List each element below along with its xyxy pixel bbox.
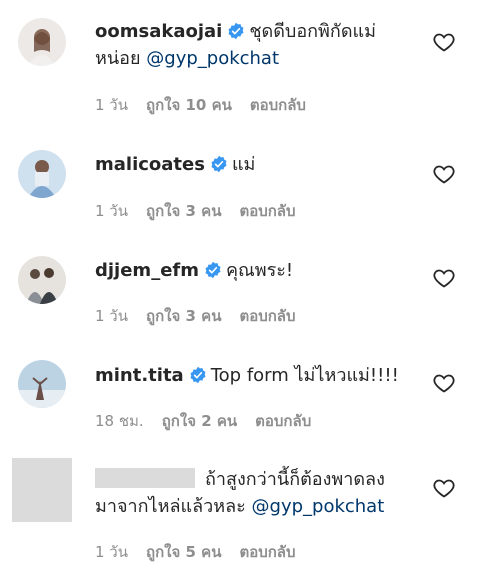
avatar[interactable] (18, 18, 66, 66)
likes-count[interactable]: ถูกใจ 2 คน (162, 412, 237, 430)
reply-button[interactable]: ตอบกลับ (239, 202, 295, 220)
verified-badge-icon (210, 155, 228, 173)
comment-time[interactable]: 1 วัน (95, 96, 128, 114)
likes-count[interactable]: ถูกใจ 5 คน (146, 543, 221, 561)
comment-body: djjem_efm คุณพระ! (95, 257, 424, 284)
comment-text-continued: มาจากไหล่แล้วหละ (95, 496, 246, 517)
reply-button[interactable]: ตอบกลับ (255, 412, 311, 430)
comment-text: ชุดดีบอกพิกัดแม่ (249, 21, 376, 42)
comment-meta: 1 วัน ถูกใจ 3 คน ตอบกลับ (95, 199, 314, 223)
comment-text: แม่ (231, 154, 256, 175)
comment-body: oomsakaojai ชุดดีบอกพิกัดแม่ หน่อย @gyp_p… (95, 18, 424, 72)
username[interactable]: djjem_efm (95, 260, 199, 281)
comment-meta: 1 วัน ถูกใจ 3 คน ตอบกลับ (95, 304, 314, 328)
comment-body: ถ้าสูงกว่านี้ก็ต้องพาดลง มาจากไหล่แล้วหล… (95, 466, 424, 520)
mention-link[interactable]: @gyp_pokchat (146, 48, 279, 69)
verified-badge-icon (189, 366, 207, 384)
comment-body: malicoates แม่ (95, 151, 424, 178)
comment-text: คุณพระ! (225, 260, 294, 281)
reply-button[interactable]: ตอบกลับ (250, 96, 306, 114)
username[interactable]: mint.tita (95, 365, 184, 386)
avatar[interactable] (18, 360, 66, 408)
verified-badge-icon (227, 22, 245, 40)
comment-meta: 1 วัน ถูกใจ 10 คน ตอบกลับ (95, 93, 324, 117)
username[interactable]: malicoates (95, 154, 205, 175)
like-heart-icon[interactable] (432, 162, 456, 186)
likes-count[interactable]: ถูกใจ 3 คน (146, 202, 221, 220)
reply-button[interactable]: ตอบกลับ (239, 307, 295, 325)
comment-meta: 18 ชม. ถูกใจ 2 คน ตอบกลับ (95, 409, 329, 433)
comment-time[interactable]: 18 ชม. (95, 412, 144, 430)
reply-button[interactable]: ตอบกลับ (239, 543, 295, 561)
likes-count[interactable]: ถูกใจ 10 คน (146, 96, 232, 114)
comment-time[interactable]: 1 วัน (95, 202, 128, 220)
like-heart-icon[interactable] (432, 266, 456, 290)
avatar[interactable] (18, 150, 66, 198)
comment-time[interactable]: 1 วัน (95, 543, 128, 561)
redacted-avatar[interactable] (12, 458, 72, 522)
like-heart-icon[interactable] (432, 30, 456, 54)
comment-body: mint.tita Top form ไม่ไหวแม่!!!! (95, 362, 424, 389)
like-heart-icon[interactable] (432, 371, 456, 395)
comment-text: Top form ไม่ไหวแม่!!!! (210, 365, 399, 386)
comment-text: ถ้าสูงกว่านี้ก็ต้องพาดลง (205, 469, 385, 490)
avatar[interactable] (18, 256, 66, 304)
like-heart-icon[interactable] (432, 476, 456, 500)
likes-count[interactable]: ถูกใจ 3 คน (146, 307, 221, 325)
verified-badge-icon (204, 261, 222, 279)
comment-time[interactable]: 1 วัน (95, 307, 128, 325)
comment-text-continued: หน่อย (95, 48, 141, 69)
username[interactable]: oomsakaojai (95, 21, 222, 42)
mention-link[interactable]: @gyp_pokchat (252, 496, 385, 517)
comment-meta: 1 วัน ถูกใจ 5 คน ตอบกลับ (95, 540, 314, 564)
redacted-username[interactable] (95, 468, 195, 488)
